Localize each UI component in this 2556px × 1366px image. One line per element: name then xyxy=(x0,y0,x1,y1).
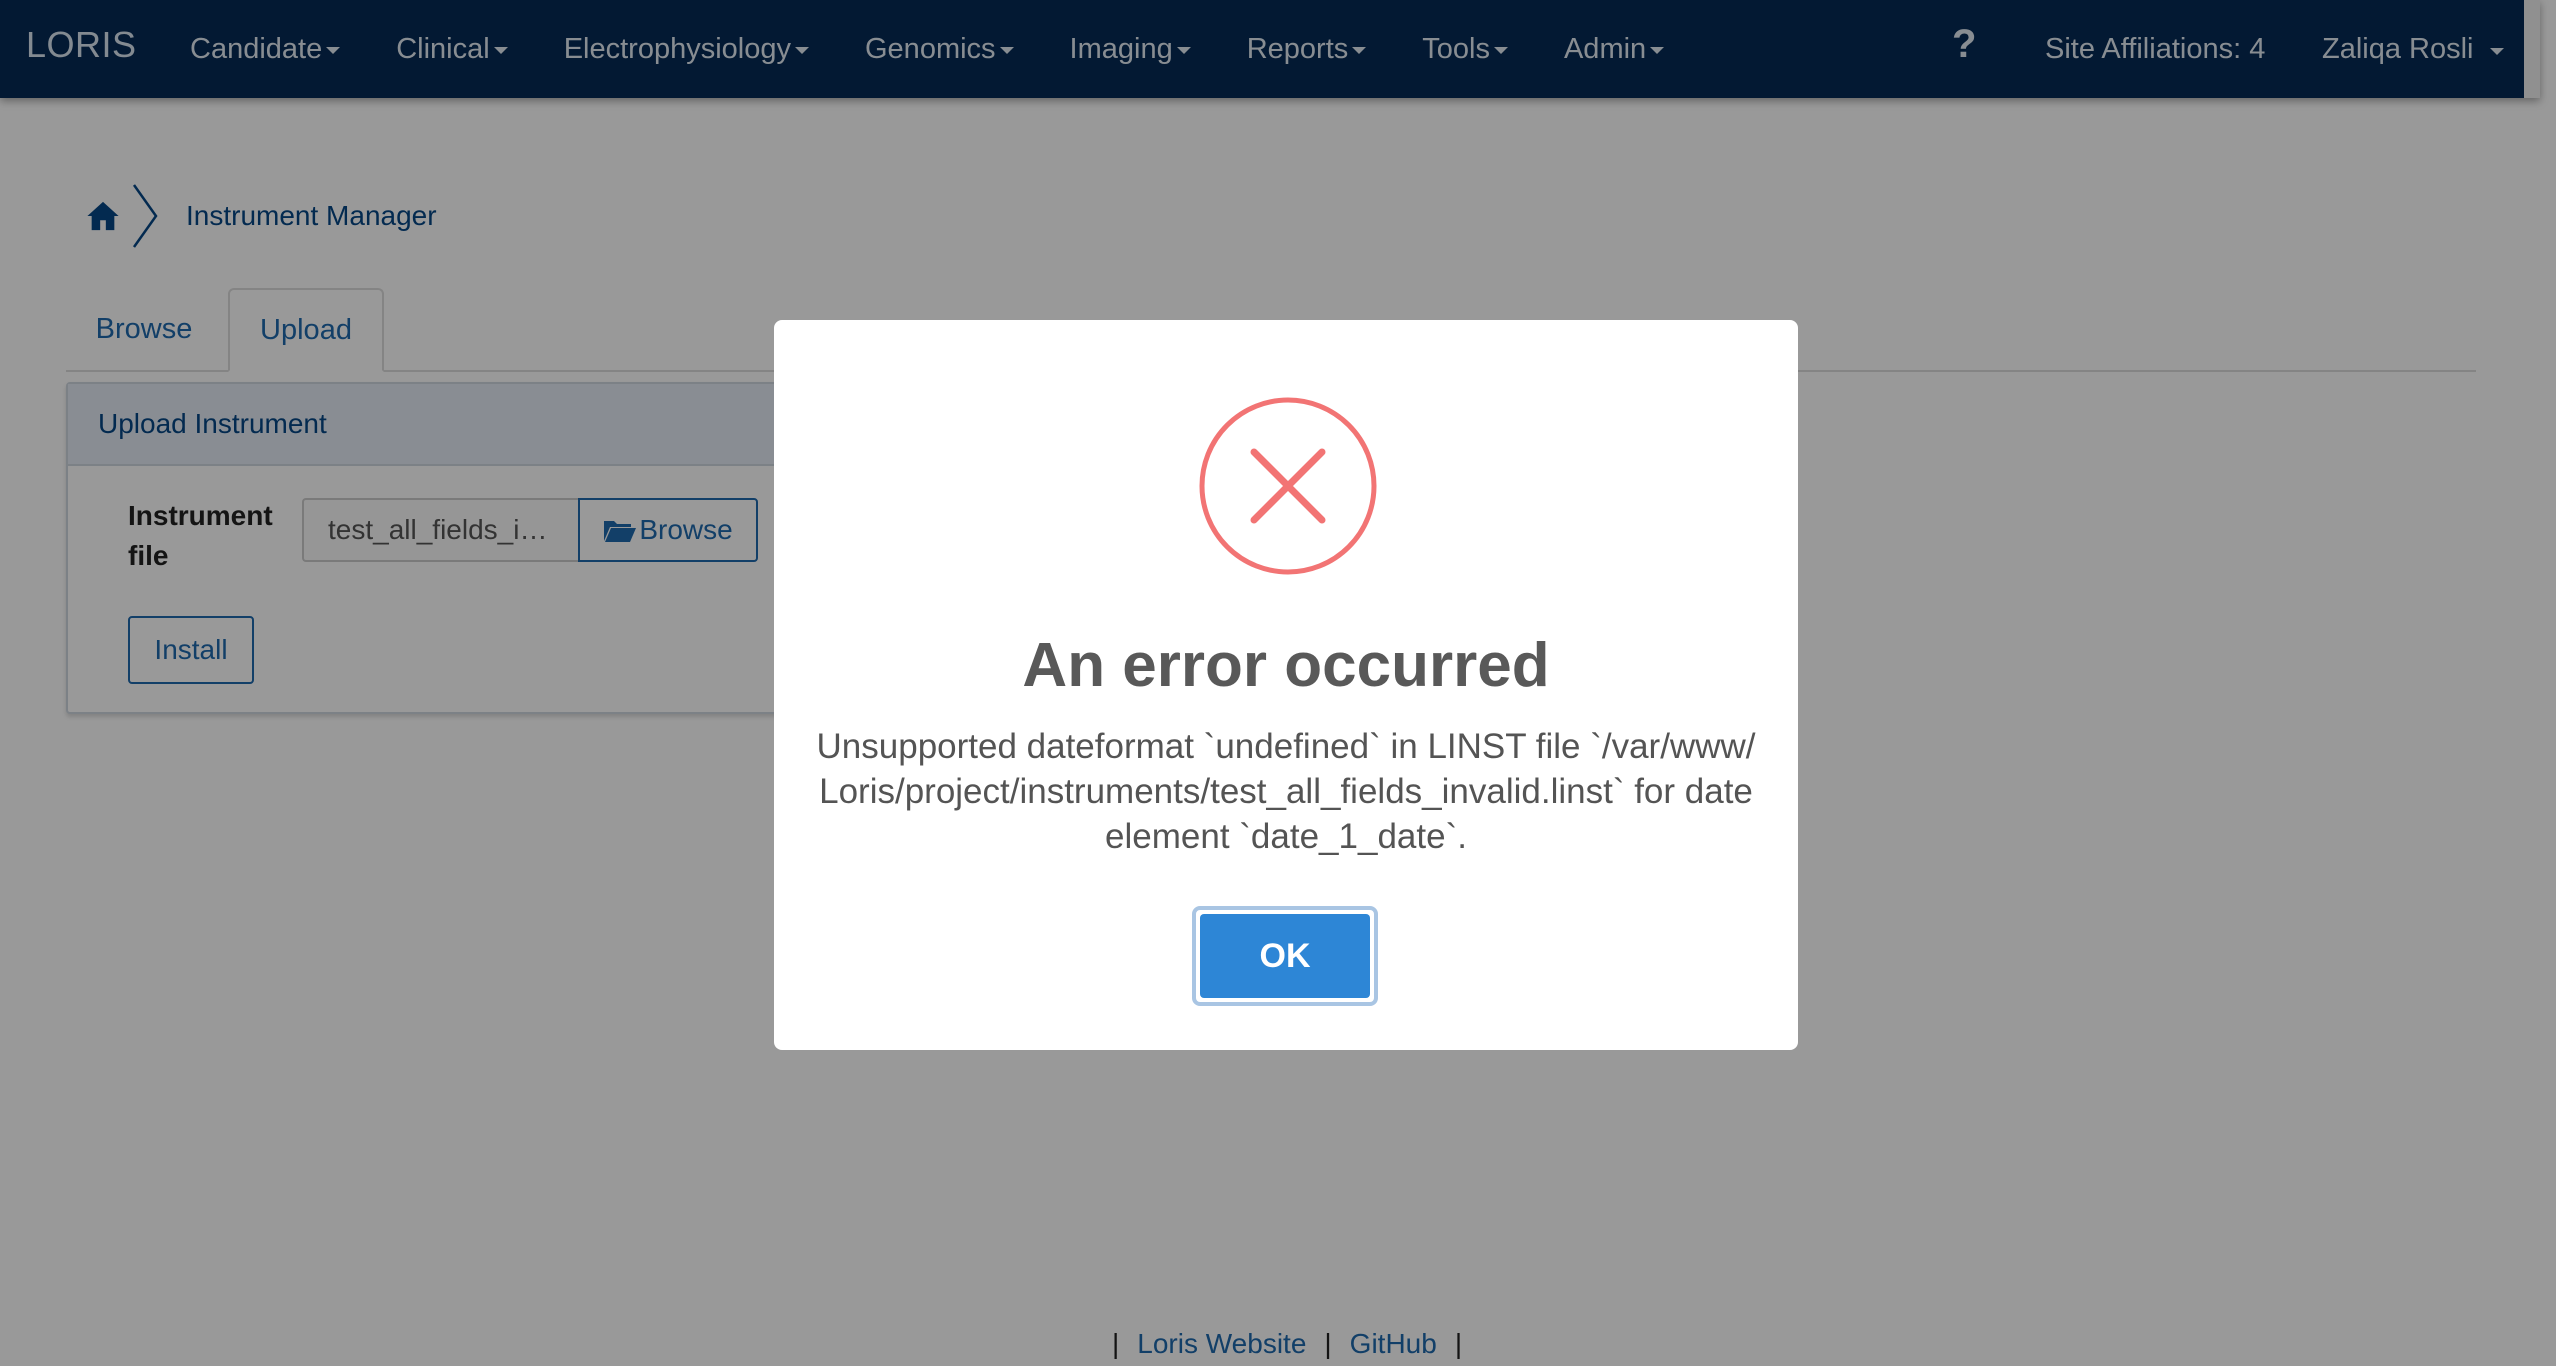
error-dialog: An error occurred Unsupported dateformat… xyxy=(774,320,1798,1050)
dialog-title: An error occurred xyxy=(1022,631,1550,700)
dialog-message: Unsupported dateformat `undefined` in LI… xyxy=(816,727,1756,856)
ok-button-label: OK xyxy=(1200,914,1370,998)
ok-button[interactable]: OK xyxy=(1192,906,1378,1006)
error-x-icon xyxy=(1199,397,1377,575)
